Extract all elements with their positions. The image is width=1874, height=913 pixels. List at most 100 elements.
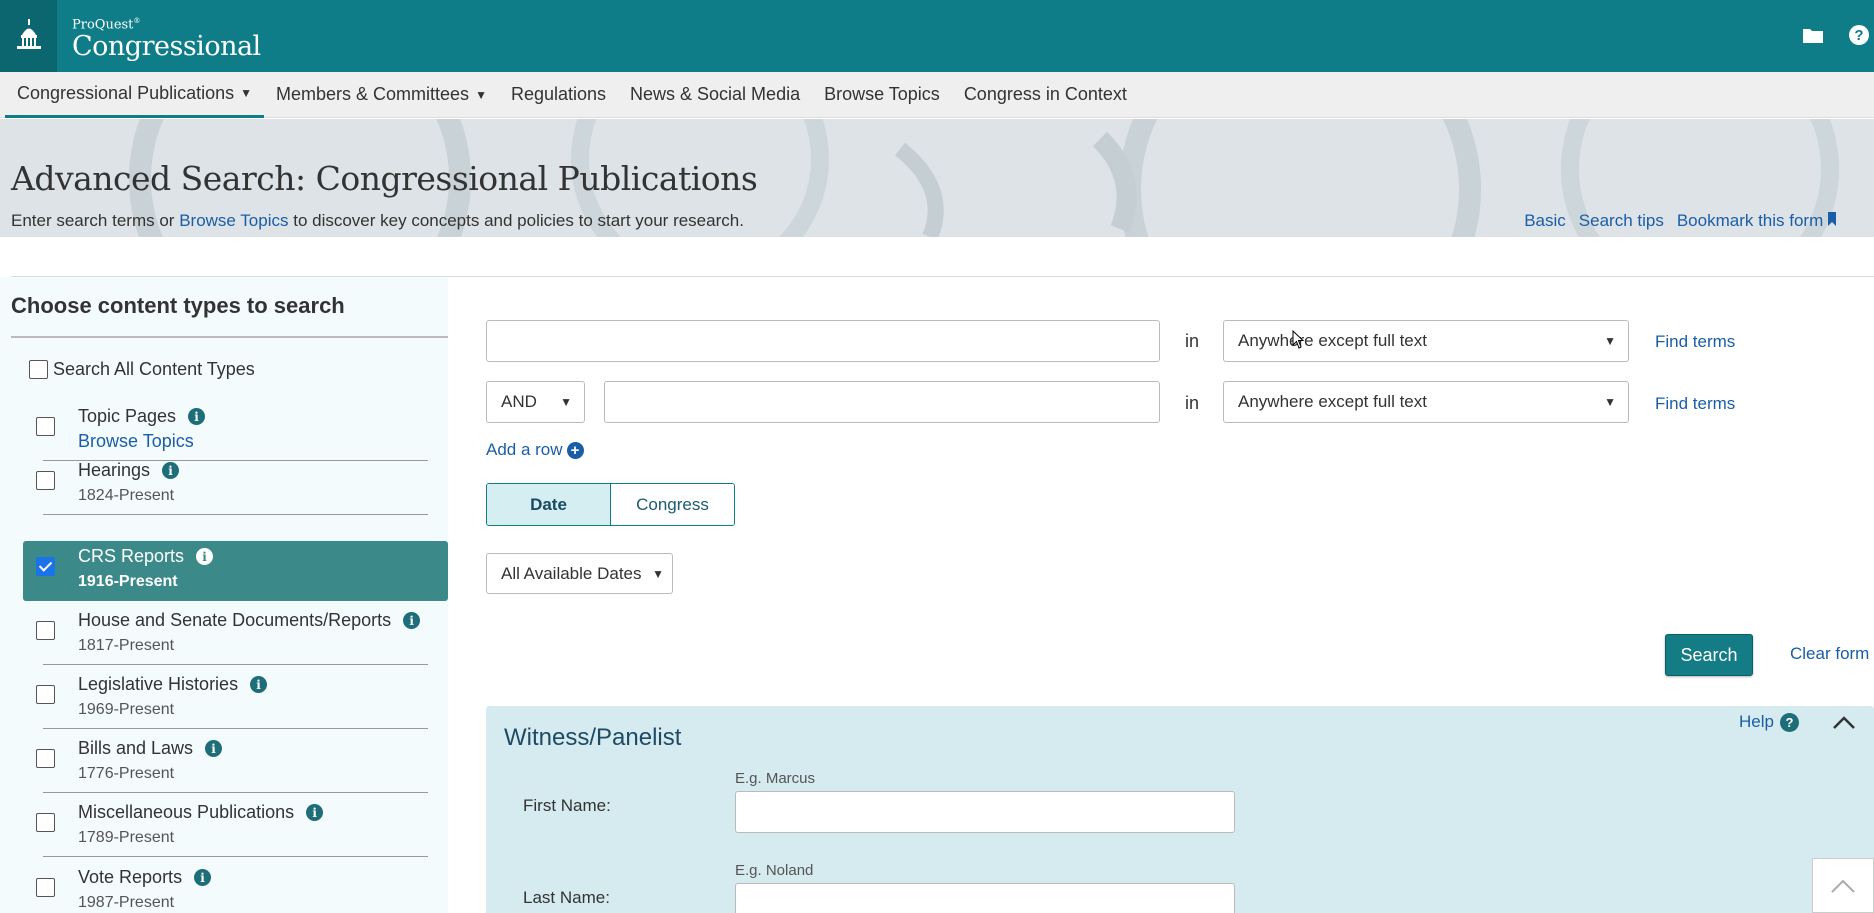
help-icon[interactable]: ? <box>1844 20 1874 50</box>
date-range-select[interactable]: All Available Dates ▼ <box>486 553 673 594</box>
chevron-down-icon: ▼ <box>560 395 572 409</box>
first-name-hint: E.g. Marcus <box>735 770 816 787</box>
content-type-house-senate-documents[interactable]: House and Senate Documents/Reports i 1817… <box>23 605 448 665</box>
scroll-to-top-button[interactable] <box>1812 858 1874 913</box>
hero-banner: Advanced Search: Congressional Publicati… <box>0 119 1874 237</box>
content-type-name: Legislative Histories i <box>78 674 268 695</box>
content-type-miscellaneous-publications[interactable]: Miscellaneous Publications i 1789-Present <box>23 797 448 857</box>
date-range: 1987-Present <box>78 894 175 911</box>
content-type-crs-reports[interactable]: CRS Reports i 1916-Present <box>23 541 448 601</box>
content-type-name: Bills and Laws i <box>78 738 223 759</box>
search-all-content-types[interactable]: Search All Content Types <box>29 359 255 380</box>
nav-news-social-media[interactable]: News & Social Media <box>618 72 812 118</box>
info-icon[interactable]: i <box>194 869 212 886</box>
content-type-name: House and Senate Documents/Reports i <box>78 610 421 631</box>
question-icon: ? <box>1780 712 1799 732</box>
search-term-input-2[interactable] <box>604 381 1160 423</box>
house-senate-checkbox[interactable] <box>36 621 55 640</box>
mouse-cursor-icon <box>1292 330 1305 349</box>
brand-big: Congressional <box>72 31 261 63</box>
legislative-histories-checkbox[interactable] <box>36 685 55 704</box>
content-type-legislative-histories[interactable]: Legislative Histories i 1969-Present <box>23 669 448 729</box>
top-header: ProQuest® Congressional ? <box>0 0 1874 72</box>
basic-search-link[interactable]: Basic <box>1524 211 1566 231</box>
chevron-down-icon: ▼ <box>1604 395 1616 409</box>
panel-title: Witness/Panelist <box>504 724 682 751</box>
chevron-up-icon <box>1831 879 1855 893</box>
date-range: 1776-Present <box>78 765 175 782</box>
brand-small: ProQuest® <box>72 17 141 33</box>
info-icon[interactable]: i <box>403 612 421 629</box>
hero-links: Basic Search tips Bookmark this form <box>1524 211 1836 231</box>
search-all-label: Search All Content Types <box>53 359 255 379</box>
info-icon[interactable]: i <box>162 462 180 479</box>
info-icon[interactable]: i <box>188 408 206 425</box>
date-tab[interactable]: Date <box>487 484 611 525</box>
content-types-sidebar: Choose content types to search Search Al… <box>0 277 448 913</box>
chevron-down-icon: ▼ <box>652 567 664 581</box>
chevron-up-icon[interactable] <box>1832 714 1856 734</box>
add-row-link[interactable]: Add a row + <box>486 440 584 460</box>
chevron-down-icon: ▼ <box>240 86 253 100</box>
search-tips-link[interactable]: Search tips <box>1579 211 1664 231</box>
info-icon[interactable]: i <box>306 804 324 821</box>
browse-topics-sidebar-link[interactable]: Browse Topics <box>78 431 194 452</box>
date-congress-toggle: Date Congress <box>486 483 735 526</box>
bookmark-form-link[interactable]: Bookmark this form <box>1677 211 1836 231</box>
content-type-name: Topic Pages i <box>78 406 206 427</box>
crs-reports-checkbox[interactable] <box>36 557 55 576</box>
topic-pages-checkbox[interactable] <box>36 417 55 436</box>
content-type-name: Hearings i <box>78 460 180 481</box>
separator <box>43 514 428 515</box>
boolean-operator-select[interactable]: AND ▼ <box>486 381 585 423</box>
search-field-select-1[interactable]: Anywhere except full text ▼ <box>1223 320 1629 362</box>
date-range: 1817-Present <box>78 637 175 654</box>
content-type-topic-pages[interactable]: Topic Pages i Browse Topics <box>23 401 448 461</box>
brand-logo[interactable]: ProQuest® Congressional <box>72 14 261 62</box>
subtitle-text-end: to discover key concepts and policies to… <box>293 211 744 230</box>
nav-members-committees[interactable]: Members & Committees ▼ <box>264 72 499 118</box>
search-term-input-1[interactable] <box>486 320 1160 362</box>
content-type-vote-reports[interactable]: Vote Reports i 1987-Present <box>23 862 448 913</box>
capitol-logo-icon[interactable] <box>0 0 57 72</box>
miscellaneous-checkbox[interactable] <box>36 813 55 832</box>
clear-form-link[interactable]: Clear form <box>1790 644 1869 664</box>
content-type-bills-and-laws[interactable]: Bills and Laws i 1776-Present <box>23 733 448 793</box>
first-name-input[interactable] <box>735 791 1235 833</box>
separator <box>43 792 428 793</box>
search-field-select-2[interactable]: Anywhere except full text ▼ <box>1223 381 1629 423</box>
browse-topics-link[interactable]: Browse Topics <box>179 211 288 230</box>
bills-laws-checkbox[interactable] <box>36 749 55 768</box>
nav-congress-in-context[interactable]: Congress in Context <box>952 72 1139 118</box>
info-icon[interactable]: i <box>196 548 214 565</box>
hearings-checkbox[interactable] <box>36 471 55 490</box>
separator <box>43 856 428 857</box>
info-icon[interactable]: i <box>250 676 268 693</box>
find-terms-link-2[interactable]: Find terms <box>1655 394 1735 414</box>
select-value: Anywhere except full text <box>1238 331 1427 350</box>
content-type-hearings[interactable]: Hearings i 1824-Present <box>23 455 448 515</box>
folder-icon[interactable] <box>1798 20 1828 50</box>
search-button[interactable]: Search <box>1665 634 1753 676</box>
find-terms-link-1[interactable]: Find terms <box>1655 332 1735 352</box>
last-name-input[interactable] <box>735 883 1235 913</box>
search-all-checkbox[interactable] <box>29 360 48 379</box>
select-value: Anywhere except full text <box>1238 392 1427 411</box>
top-icons: ? <box>1798 20 1874 50</box>
sidebar-rule <box>11 336 448 338</box>
nav-congressional-publications[interactable]: Congressional Publications ▼ <box>5 72 265 118</box>
congress-tab[interactable]: Congress <box>611 484 734 525</box>
help-link[interactable]: Help? <box>1739 712 1799 732</box>
in-label: in <box>1185 393 1200 413</box>
nav-browse-topics[interactable]: Browse Topics <box>812 72 952 118</box>
select-value: All Available Dates <box>501 563 642 583</box>
separator <box>43 728 428 729</box>
in-label: in <box>1185 331 1200 351</box>
separator <box>43 664 428 665</box>
date-range: 1916-Present <box>78 573 178 590</box>
main-nav: Congressional Publications ▼ Members & Co… <box>0 72 1874 118</box>
nav-regulations[interactable]: Regulations <box>499 72 618 118</box>
chevron-down-icon: ▼ <box>1604 334 1616 348</box>
info-icon[interactable]: i <box>205 740 223 757</box>
vote-reports-checkbox[interactable] <box>36 878 55 897</box>
